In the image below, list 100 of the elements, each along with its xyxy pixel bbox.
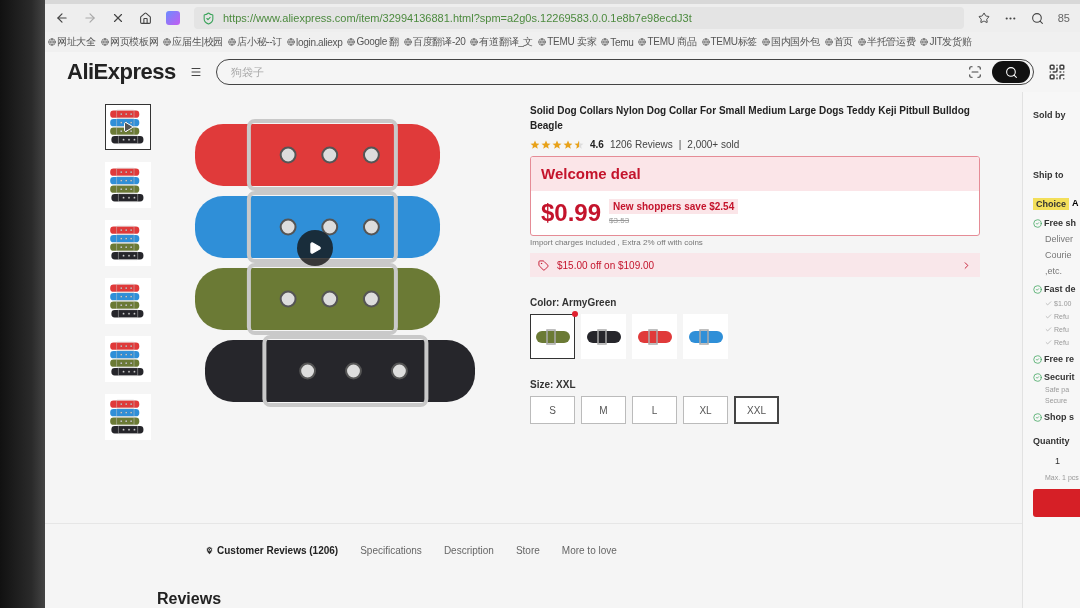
thumbnail[interactable] bbox=[105, 394, 151, 440]
bookmark[interactable]: 百度翻译-20 bbox=[404, 35, 466, 49]
qr-code-icon[interactable] bbox=[1048, 63, 1066, 81]
bookmark[interactable]: 网页模板网 bbox=[100, 35, 159, 49]
feature-heading: Free sh bbox=[1033, 218, 1080, 228]
review-count[interactable]: 1206 Reviews bbox=[609, 139, 673, 150]
back-icon[interactable] bbox=[55, 11, 69, 25]
globe-icon bbox=[762, 38, 771, 46]
section-tab[interactable]: More to love bbox=[561, 545, 617, 557]
section-tab[interactable]: Customer Reviews (1206) bbox=[205, 545, 339, 557]
site-logo[interactable]: AliExpress bbox=[67, 59, 176, 85]
size-option[interactable]: XL bbox=[683, 396, 728, 424]
section-tab[interactable]: Store bbox=[515, 545, 540, 557]
feature-heading: Fast de bbox=[1033, 284, 1080, 294]
check-circle-icon bbox=[1033, 354, 1042, 364]
panel-heading: Sold by bbox=[1033, 110, 1067, 120]
panel-heading: Ship to bbox=[1033, 170, 1065, 180]
collar-icon bbox=[686, 326, 725, 347]
thumbnail[interactable] bbox=[105, 220, 151, 266]
globe-icon bbox=[701, 38, 710, 46]
bookmark[interactable]: 应届生|校园 bbox=[163, 35, 224, 49]
thumbnail[interactable] bbox=[105, 162, 151, 208]
rating-value: 4.6 bbox=[590, 139, 604, 150]
thumbnail[interactable] bbox=[105, 278, 151, 324]
feature-text: Deliver bbox=[1045, 234, 1074, 244]
star-icon bbox=[541, 139, 551, 150]
bookmark[interactable]: TEMU 商品 bbox=[638, 35, 697, 49]
size-option[interactable]: L bbox=[632, 396, 677, 424]
globe-icon bbox=[824, 38, 833, 46]
color-swatch[interactable] bbox=[581, 314, 626, 359]
globe-icon bbox=[48, 38, 56, 46]
globe-icon bbox=[228, 38, 237, 46]
thumbnail[interactable] bbox=[105, 336, 151, 382]
feature-heading: Free re bbox=[1033, 354, 1080, 364]
star-icon bbox=[552, 139, 562, 150]
quantity-value[interactable]: 1 bbox=[1055, 456, 1080, 466]
feature-heading: Securit bbox=[1033, 372, 1080, 382]
coupon-bar[interactable]: $15.00 off on $109.00 bbox=[530, 253, 980, 277]
bookmark[interactable]: 首页 bbox=[824, 35, 853, 49]
color-label: Color: ArmyGreen bbox=[530, 297, 618, 308]
original-price: $3.53 bbox=[609, 216, 631, 225]
globe-icon bbox=[920, 38, 929, 46]
globe-icon bbox=[347, 38, 356, 46]
size-option[interactable]: S bbox=[530, 396, 575, 424]
sold-count: 2,000+ sold bbox=[687, 139, 740, 150]
choice-badge: Choice bbox=[1033, 198, 1069, 210]
separator: | bbox=[678, 139, 682, 150]
section-tab[interactable]: Description bbox=[443, 545, 494, 557]
thumbnail[interactable] bbox=[105, 104, 151, 150]
search-button[interactable] bbox=[992, 61, 1030, 83]
close-icon[interactable] bbox=[111, 11, 125, 25]
import-note: Import charges included , Extra 2% off with coins bbox=[530, 238, 704, 247]
badge-text: A bbox=[1072, 198, 1079, 210]
bookmark[interactable]: TEMU 卖家 bbox=[538, 35, 597, 49]
globe-icon bbox=[287, 38, 295, 46]
hot-dot bbox=[572, 311, 578, 317]
check-circle-icon bbox=[1033, 218, 1042, 228]
globe-icon bbox=[638, 38, 647, 46]
bookmark[interactable]: TEMU标签 bbox=[701, 35, 758, 49]
collar-icon bbox=[533, 326, 572, 347]
feature-text: ,etc. bbox=[1045, 266, 1063, 276]
bookmark[interactable]: 店小秘--订 bbox=[228, 35, 282, 49]
check-circle-icon bbox=[1033, 412, 1042, 422]
bookmark[interactable]: Google 翻 bbox=[347, 35, 400, 49]
bookmark[interactable]: 半托管运费 bbox=[857, 35, 916, 49]
feature-text: Courie bbox=[1045, 250, 1073, 260]
size-option[interactable]: XXL bbox=[734, 396, 779, 424]
collar-icon bbox=[635, 326, 674, 347]
home-icon[interactable] bbox=[139, 11, 152, 25]
size-option[interactable]: M bbox=[581, 396, 626, 424]
star-icon bbox=[574, 139, 584, 150]
bookmark[interactable]: 网址大全 bbox=[48, 35, 96, 49]
color-swatch[interactable] bbox=[632, 314, 677, 359]
product-title: Solid Dog Collars Nylon Dog Collar For Small Medium Large Dogs Teddy Keji Pitbull Bulldog Beagle bbox=[530, 104, 971, 133]
color-swatch[interactable] bbox=[683, 314, 728, 359]
coupon-icon bbox=[538, 259, 549, 271]
shield-icon bbox=[202, 11, 215, 25]
camera-scan-icon[interactable] bbox=[968, 65, 982, 79]
feature-heading: Shop s bbox=[1033, 412, 1080, 422]
size-label: Size: XXL bbox=[530, 379, 577, 390]
check-circle-icon bbox=[1033, 284, 1042, 294]
bookmark[interactable]: 有道翻译_文 bbox=[470, 35, 534, 49]
star-icon bbox=[530, 139, 540, 150]
search-field[interactable]: 狗袋子 bbox=[228, 65, 958, 79]
star-icon[interactable] bbox=[977, 12, 990, 24]
toolbar-text: 85 bbox=[1057, 12, 1070, 24]
search-icon[interactable] bbox=[1030, 11, 1044, 25]
bookmark[interactable]: 国内国外包 bbox=[762, 35, 820, 49]
menu-icon[interactable] bbox=[189, 66, 202, 78]
search-icon bbox=[1004, 65, 1018, 79]
bookmark[interactable]: JIT发货赔 bbox=[920, 35, 972, 49]
bookmark[interactable]: login.aliexp bbox=[287, 36, 343, 48]
deal-title: Welcome deal bbox=[541, 165, 641, 182]
section-tab[interactable]: Specifications bbox=[360, 545, 422, 557]
bookmark[interactable]: Temu bbox=[601, 36, 634, 48]
collar-icon bbox=[584, 326, 623, 347]
color-swatch[interactable] bbox=[530, 314, 575, 359]
price: $0.99 bbox=[541, 199, 602, 227]
globe-icon bbox=[404, 38, 413, 46]
pin-icon bbox=[205, 546, 214, 556]
